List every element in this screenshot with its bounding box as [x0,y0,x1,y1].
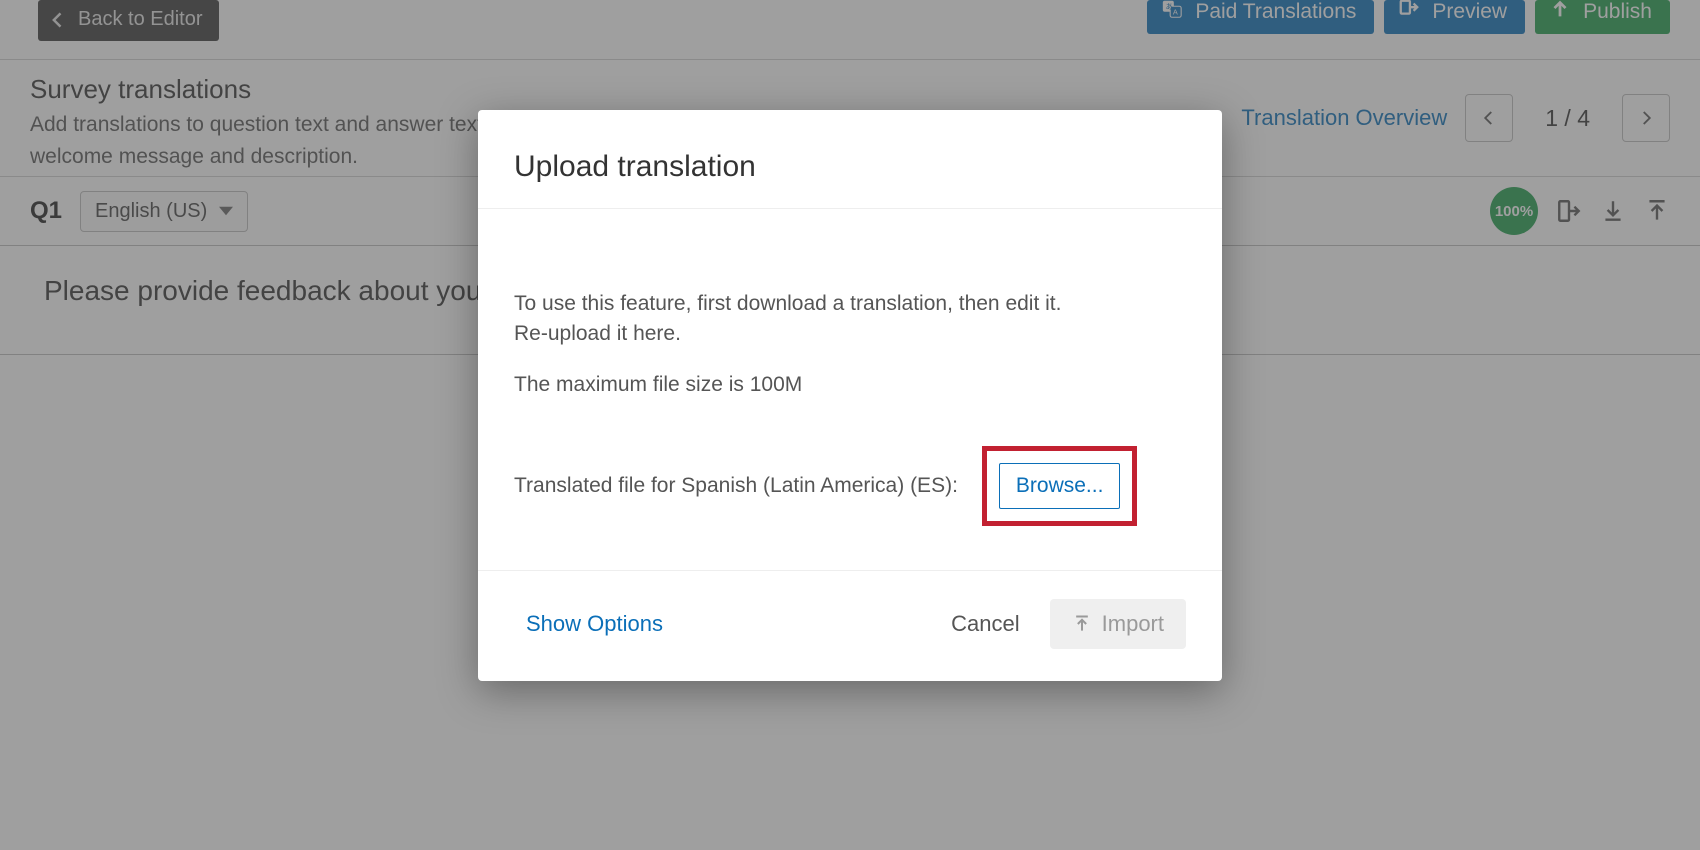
modal-overlay: Upload translation To use this feature, … [0,0,1700,850]
modal-instruction-2: Re-upload it here. [514,319,1186,349]
file-label: Translated file for Spanish (Latin Ameri… [514,471,958,501]
modal-body: To use this feature, first download a tr… [478,209,1222,570]
import-button: Import [1050,599,1186,649]
modal-max-size: The maximum file size is 100M [514,370,1186,400]
modal-footer: Show Options Cancel Import [478,570,1222,681]
file-upload-row: Translated file for Spanish (Latin Ameri… [514,446,1186,526]
browse-button[interactable]: Browse... [999,463,1121,509]
browse-highlight: Browse... [982,446,1138,526]
cancel-button[interactable]: Cancel [951,611,1019,637]
modal-instruction-1: To use this feature, first download a tr… [514,289,1186,319]
import-label: Import [1102,611,1164,637]
show-options-link[interactable]: Show Options [526,611,663,637]
upload-translation-modal: Upload translation To use this feature, … [478,110,1222,681]
upload-icon [1072,614,1092,634]
modal-title: Upload translation [478,110,1222,209]
